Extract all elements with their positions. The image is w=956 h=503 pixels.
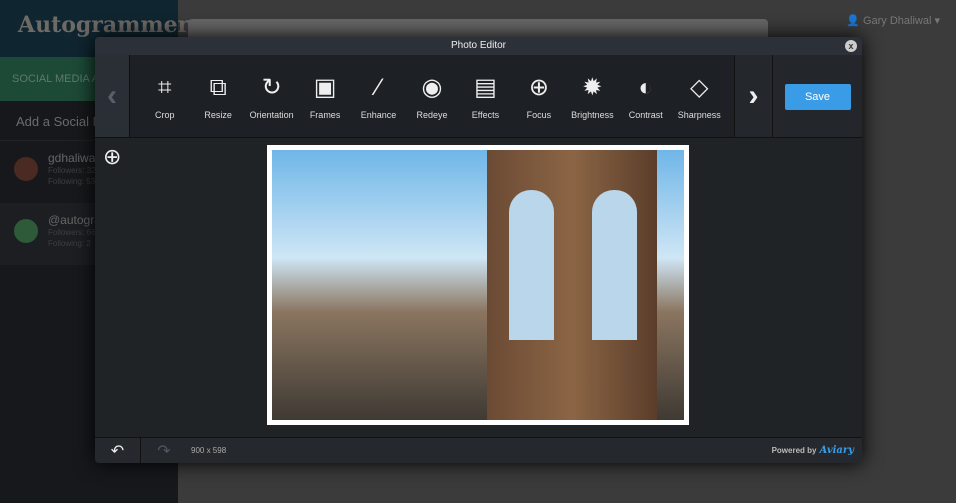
user-menu[interactable]: 👤 Gary Dhaliwal ▾ — [846, 14, 940, 27]
contrast-icon: ◐ — [638, 74, 654, 101]
redo-icon[interactable]: ↷ — [141, 438, 187, 464]
bridge-tower — [487, 150, 657, 420]
tool-contrast[interactable]: ◐ Contrast — [620, 72, 672, 120]
tool-focus[interactable]: ⊕ Focus — [513, 72, 565, 120]
save-area: Save — [772, 55, 862, 137]
enhance-icon: ⁄ — [376, 74, 381, 101]
tool-label: Crop — [154, 110, 175, 120]
tool-label: Contrast — [628, 110, 663, 120]
chevron-right-icon[interactable]: › — [734, 55, 772, 137]
resize-icon: ⧉ — [209, 74, 227, 101]
tool-enhance[interactable]: ⁄ Enhance — [353, 72, 405, 120]
tool-label: Orientation — [249, 110, 294, 120]
user-name: Gary Dhaliwal — [862, 15, 932, 27]
tool-label: Resize — [204, 110, 232, 120]
tool-crop[interactable]: ⌗ Crop — [139, 72, 191, 120]
avatar — [14, 157, 38, 181]
tool-resize[interactable]: ⧉ Resize — [192, 72, 244, 120]
toolbar: ‹ ⌗ Crop ⧉ Resize ↻ Orientation ▣ Frames ⁄ Enhanc… — [95, 55, 862, 138]
tool-label: Frames — [309, 110, 341, 120]
sharpness-icon: ◇ — [690, 74, 709, 101]
tool-sharpness[interactable]: ◇ Sharpness — [673, 72, 725, 120]
tool-label: Focus — [526, 110, 552, 120]
aviary-logo[interactable]: Aviary — [819, 445, 854, 456]
image-dimensions: 900 x 598 — [191, 446, 227, 455]
tool-redeye[interactable]: ◉ Redeye — [406, 72, 458, 120]
undo-icon[interactable]: ↶ — [95, 437, 141, 463]
tool-label: Redeye — [416, 110, 448, 120]
footer: ↶ ↷ 900 x 598 Powered by Aviary — [95, 437, 862, 463]
crop-icon: ⌗ — [157, 74, 172, 101]
focus-icon: ⊕ — [528, 74, 549, 101]
tool-label: Brightness — [571, 110, 614, 120]
tool-brightness[interactable]: ✹ Brightness — [566, 72, 618, 120]
powered-by: Powered by Aviary — [772, 445, 854, 456]
tool-orientation[interactable]: ↻ Orientation — [246, 72, 298, 120]
tool-label: Sharpness — [677, 110, 721, 120]
close-button[interactable]: x — [845, 40, 857, 52]
frames-icon: ▣ — [313, 74, 337, 101]
zoom-in-icon[interactable]: ⊕ — [103, 144, 121, 170]
photo-frame — [267, 145, 689, 425]
tool-frames[interactable]: ▣ Frames — [299, 72, 351, 120]
canvas: ⊕ — [95, 138, 862, 437]
tool-effects[interactable]: ▤ Effects — [459, 72, 511, 120]
user-icon: 👤 — [846, 15, 863, 27]
brightness-icon: ✹ — [582, 74, 603, 101]
tool-label: Effects — [471, 110, 500, 120]
avatar — [14, 219, 38, 243]
effects-icon: ▤ — [474, 74, 497, 101]
photo-brooklyn-bridge[interactable] — [272, 150, 684, 420]
orientation-icon: ↻ — [261, 74, 282, 101]
photo-editor-modal: Photo Editor x ‹ ⌗ Crop ⧉ Resize ↻ Orientation… — [95, 37, 862, 463]
chevron-left-icon[interactable]: ‹ — [95, 55, 130, 137]
save-button[interactable]: Save — [784, 84, 851, 110]
modal-title: Photo Editor — [450, 40, 507, 51]
modal-title-bar: Photo Editor x — [95, 37, 862, 55]
tool-label: Enhance — [360, 110, 397, 120]
powered-by-text: Powered by — [771, 446, 817, 455]
tool-list: ⌗ Crop ⧉ Resize ↻ Orientation ▣ Frames ⁄ Enhance ◉… — [130, 55, 734, 137]
redeye-icon: ◉ — [421, 74, 443, 101]
